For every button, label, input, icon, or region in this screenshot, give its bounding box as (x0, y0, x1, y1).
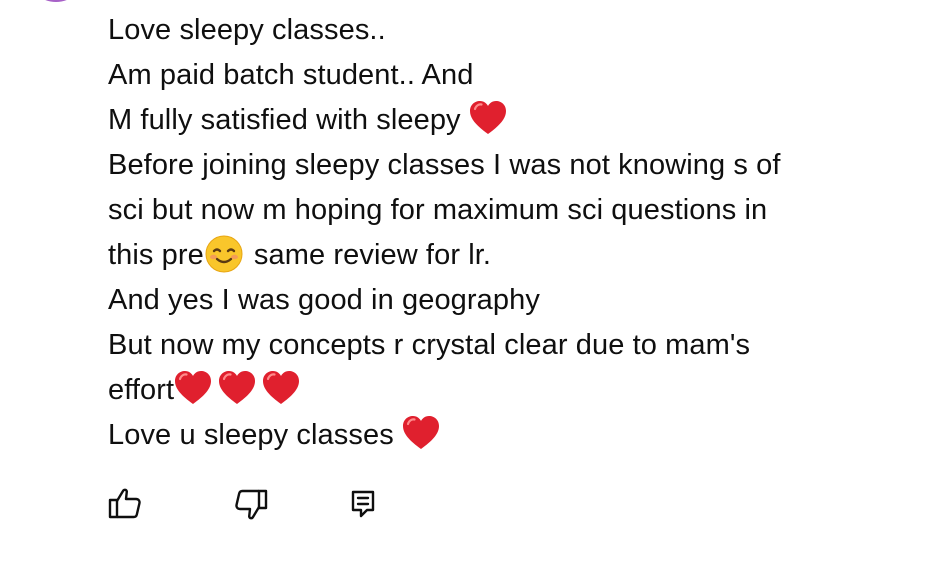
comment-line: And yes I was good in geography (108, 284, 540, 316)
comment-line: effort (108, 368, 898, 413)
red-heart-emoji (469, 101, 506, 134)
comment-line: Am paid batch student.. And (108, 59, 474, 91)
comment-line: Love sleepy classes.. (108, 14, 386, 46)
comment-line: sci but now m hoping for maximum sci que… (108, 194, 768, 226)
red-heart-emoji (263, 371, 300, 404)
reply-comment-icon (351, 490, 375, 518)
reply-button[interactable] (349, 486, 389, 522)
smiling-face-emoji (205, 235, 243, 273)
thumbs-down-icon (235, 489, 268, 520)
comment-line: Love u sleepy classes (108, 413, 898, 458)
comment-screen: S Love sleepy classes.. Am paid batch st… (0, 0, 927, 570)
more-options-button[interactable] (866, 0, 886, 8)
comment-line: But now my concepts r crystal clear due … (108, 329, 751, 361)
red-heart-emoji (175, 371, 212, 404)
like-button[interactable] (107, 486, 147, 522)
comment-line: M fully satisfied with sleepy (108, 98, 898, 143)
dislike-button[interactable] (233, 486, 273, 522)
comment-actions (0, 486, 927, 522)
thumbs-up-icon (108, 488, 141, 519)
avatar-initial: S (46, 0, 66, 2)
comment-line: this pre same review for lr. (108, 233, 898, 278)
avatar[interactable]: S (26, 0, 86, 2)
comment-text: Love sleepy classes.. Am paid batch stud… (108, 8, 898, 458)
comment-line: Before joining sleepy classes I was not … (108, 149, 781, 181)
red-heart-emoji (219, 371, 256, 404)
red-heart-emoji (403, 416, 439, 449)
